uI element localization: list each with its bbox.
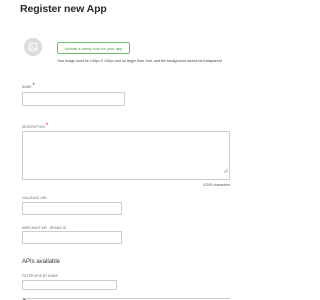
name-label-text: NAME [22,85,32,89]
upload-icon-button[interactable]: Upload a pretty icon for your app [57,42,130,54]
upload-hint-text: Your image must be 140px X 140px and no … [57,59,222,63]
filter-apis-label: FILTER APIS BY NAME [22,274,58,278]
register-app-page: Register new App Upload a pretty icon fo… [0,0,246,300]
image-placeholder-icon [24,38,42,56]
merchant-id-input[interactable] [22,231,122,244]
required-marker: * [32,83,35,89]
name-input[interactable] [22,92,125,106]
required-marker: * [45,123,49,129]
callback-url-label: CALLBACK URL [22,196,47,200]
apis-section-title: APIs available [22,259,61,265]
search-field-underline [22,298,230,299]
filter-apis-label-text: FILTER APIS BY NAME [22,274,58,278]
callback-url-label-text: CALLBACK URL [22,196,48,200]
merchant-id-label: MERCHANT API - BRAND ID [22,226,66,230]
description-char-count: 0/200 characters [203,183,230,187]
filter-apis-input[interactable] [22,280,117,290]
page-title: Register new App [20,3,107,15]
merchant-id-label-text: MERCHANT API - BRAND ID [22,226,67,230]
description-label-text: DESCRIPTION [22,125,45,129]
description-textarea[interactable] [22,131,230,180]
resize-handle-icon[interactable] [223,160,228,178]
description-label: DESCRIPTION * [22,123,49,129]
callback-url-input[interactable] [22,202,122,215]
name-label: NAME * [22,83,35,89]
